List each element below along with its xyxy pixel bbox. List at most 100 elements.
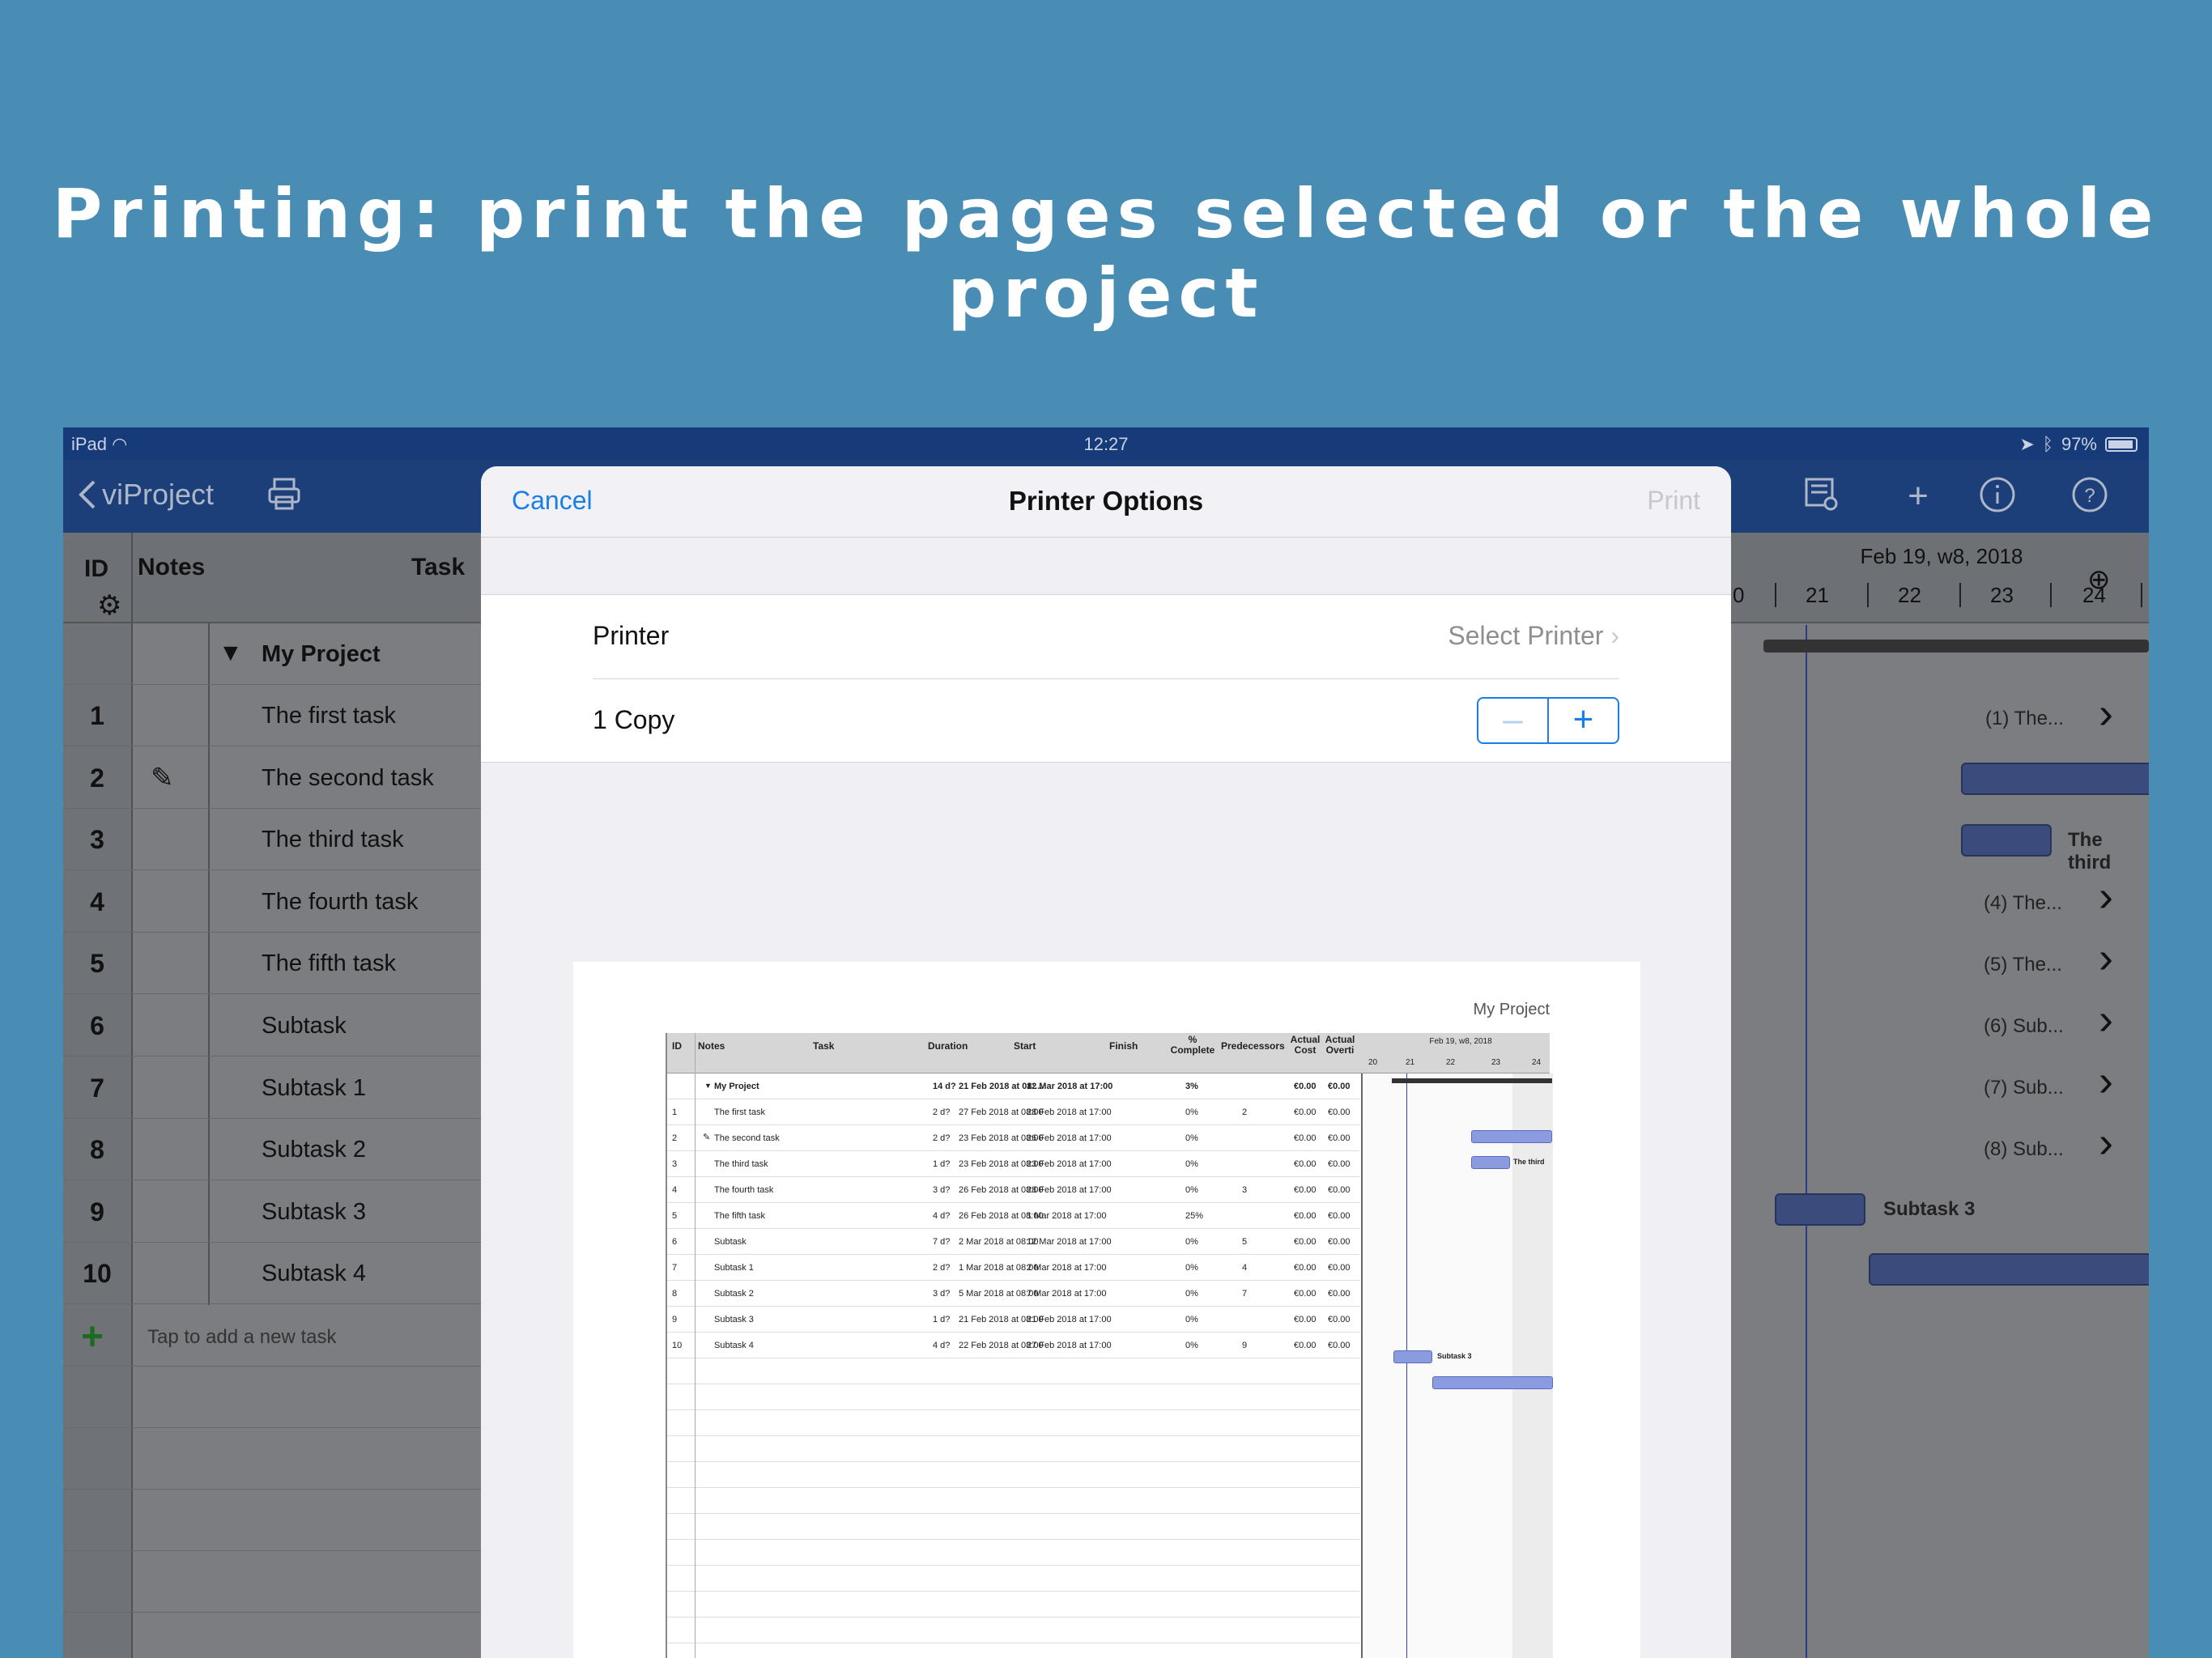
chevron-right-icon[interactable]: ›	[2099, 933, 2113, 983]
chevron-right-icon[interactable]: ›	[2099, 1056, 2113, 1106]
preview-cell-ot: €0.00	[1328, 1211, 1351, 1221]
chevron-left-icon	[79, 480, 96, 509]
table-row[interactable]: 7 Subtask 1	[63, 1057, 484, 1119]
gantt-label: (8) Sub...	[1984, 1138, 2064, 1160]
chevron-right-icon[interactable]: ›	[2099, 994, 2113, 1044]
preview-cell-pred: 4	[1242, 1263, 1248, 1273]
info-icon[interactable]	[1977, 476, 2018, 517]
preview-cell-pct: 0%	[1185, 1341, 1198, 1350]
settings-gear-icon[interactable]: ⚙	[97, 589, 121, 622]
row-id: 2	[90, 763, 104, 793]
table-row[interactable]: 4 The fourth task	[63, 871, 484, 933]
preview-cell-task: Subtask 3	[714, 1315, 754, 1324]
header-id: ID	[84, 555, 108, 582]
table-row[interactable]: 10 Subtask 4	[63, 1243, 484, 1305]
add-task-row[interactable]: + Tap to add a new task	[63, 1305, 484, 1367]
decrement-button[interactable]: –	[1478, 699, 1549, 742]
preview-cell-pred: 9	[1242, 1341, 1248, 1350]
chevron-right-icon[interactable]: ›	[2099, 688, 2113, 738]
table-row[interactable]: 9 Subtask 3	[63, 1181, 484, 1243]
view-options-icon[interactable]	[1801, 476, 1841, 517]
preview-cell-finish: 28 Feb 2018 at 17:00	[1027, 1107, 1112, 1117]
collapse-triangle-icon[interactable]: ▼	[219, 640, 243, 667]
preview-cell-dur: 4 d?	[933, 1211, 951, 1221]
empty-row	[63, 1490, 484, 1551]
preview-cell-finish: 12 Mar 2018 at 17:00	[1027, 1237, 1112, 1247]
copies-stepper[interactable]: – +	[1477, 697, 1619, 744]
preview-empty-row	[667, 1358, 1359, 1384]
task-name: The fourth task	[262, 888, 419, 915]
preview-bar	[1393, 1350, 1432, 1363]
gantt-tick: 0	[1733, 583, 1745, 607]
preview-cell-id: 5	[672, 1211, 678, 1221]
print-preview-page[interactable]: My Project ID Notes Task Duration Start …	[573, 962, 1640, 1658]
row-id: 9	[90, 1197, 104, 1226]
task-name: The first task	[262, 703, 396, 729]
today-line	[1806, 625, 1807, 1658]
preview-cell-pred: 5	[1242, 1237, 1248, 1247]
table-row[interactable]: 2 ✎ The second task	[63, 747, 484, 809]
back-button[interactable]: viProject	[78, 478, 214, 512]
gantt-bar[interactable]	[1775, 1193, 1865, 1226]
preview-empty-row	[667, 1488, 1359, 1514]
help-icon[interactable]: ?	[2069, 476, 2110, 517]
back-label: viProject	[102, 478, 215, 511]
preview-cell-ot: €0.00	[1328, 1315, 1351, 1324]
table-row[interactable]: 6 Subtask	[63, 995, 484, 1056]
increment-button[interactable]: +	[1549, 699, 1618, 742]
gantt-label: (1) The...	[1985, 708, 2064, 729]
preview-cell-pct: 0%	[1185, 1133, 1198, 1143]
preview-collapse-icon: ▼	[704, 1082, 712, 1090]
preview-cell-dur: 2 d?	[933, 1133, 951, 1143]
chevron-right-icon[interactable]: ›	[2099, 1117, 2113, 1167]
row-id: 10	[83, 1259, 112, 1289]
row-id: 7	[90, 1073, 104, 1103]
table-row[interactable]: 8 Subtask 2	[63, 1119, 484, 1181]
preview-col-header: % Complete	[1170, 1034, 1215, 1056]
project-summary-bar[interactable]	[1763, 640, 2149, 653]
preview-cell-finish: 2 Mar 2018 at 17:00	[1027, 1263, 1107, 1273]
preview-bar	[1471, 1156, 1510, 1169]
gantt-label: (6) Sub...	[1984, 1015, 2064, 1037]
table-header: ID Notes Task ⚙	[63, 533, 484, 623]
copies-label: 1 Copy	[593, 705, 675, 734]
project-row[interactable]: ▼ My Project	[63, 623, 484, 685]
preview-title: My Project	[1473, 1001, 1550, 1018]
preview-col-header: Predecessors	[1221, 1040, 1285, 1052]
notes-pencil-icon[interactable]: ✎	[151, 762, 174, 794]
gantt-bar[interactable]	[1869, 1253, 2149, 1286]
row-id: 8	[90, 1135, 104, 1165]
preview-gantt: The third Subtask 3	[1361, 1073, 1553, 1658]
table-row[interactable]: 3 The third task	[63, 809, 484, 871]
add-task-icon[interactable]: +	[81, 1315, 104, 1359]
chevron-right-icon: ›	[1610, 621, 1619, 650]
preview-empty-row	[667, 1540, 1359, 1566]
table-row[interactable]: 5 The fifth task	[63, 933, 484, 995]
preview-empty-row	[667, 1566, 1359, 1592]
printer-icon[interactable]	[264, 476, 304, 517]
gantt-bar[interactable]	[1961, 824, 2052, 857]
printer-row[interactable]: Printer Select Printer ›	[593, 595, 1619, 679]
location-icon: ➤	[2019, 434, 2035, 454]
table-row[interactable]: 1 The first task	[63, 685, 484, 746]
add-icon[interactable]: +	[1898, 476, 1938, 517]
preview-col-header: Notes	[698, 1040, 725, 1052]
preview-cell-dur: 3 d?	[933, 1289, 951, 1299]
task-name: Subtask 4	[262, 1261, 366, 1287]
sheet-toolbar: Cancel Printer Options Print	[481, 466, 1731, 538]
preview-cell-pct: 3%	[1185, 1082, 1198, 1091]
chevron-right-icon[interactable]: ›	[2099, 871, 2113, 921]
print-button[interactable]: Print	[1647, 486, 1700, 516]
row-id: 4	[90, 886, 104, 916]
preview-cell-pct: 0%	[1185, 1185, 1198, 1195]
preview-cell-id: 3	[672, 1159, 678, 1169]
row-id: 1	[90, 701, 104, 730]
gantt-bar[interactable]	[1961, 763, 2149, 795]
preview-row: 9 Subtask 31 d? 21 Feb 2018 at 08:00 21 Feb…	[667, 1307, 1359, 1333]
preview-row: 1 The first task 2 d? 27 Feb 2018 at 08:00 2…	[667, 1099, 1359, 1125]
preview-today-line	[1406, 1073, 1407, 1658]
gantt-label: (4) The...	[1984, 892, 2062, 914]
gantt-label: (7) Sub...	[1984, 1077, 2064, 1099]
gantt-label: (5) The...	[1984, 954, 2062, 976]
preview-cell-cost: €0.00	[1294, 1159, 1317, 1169]
